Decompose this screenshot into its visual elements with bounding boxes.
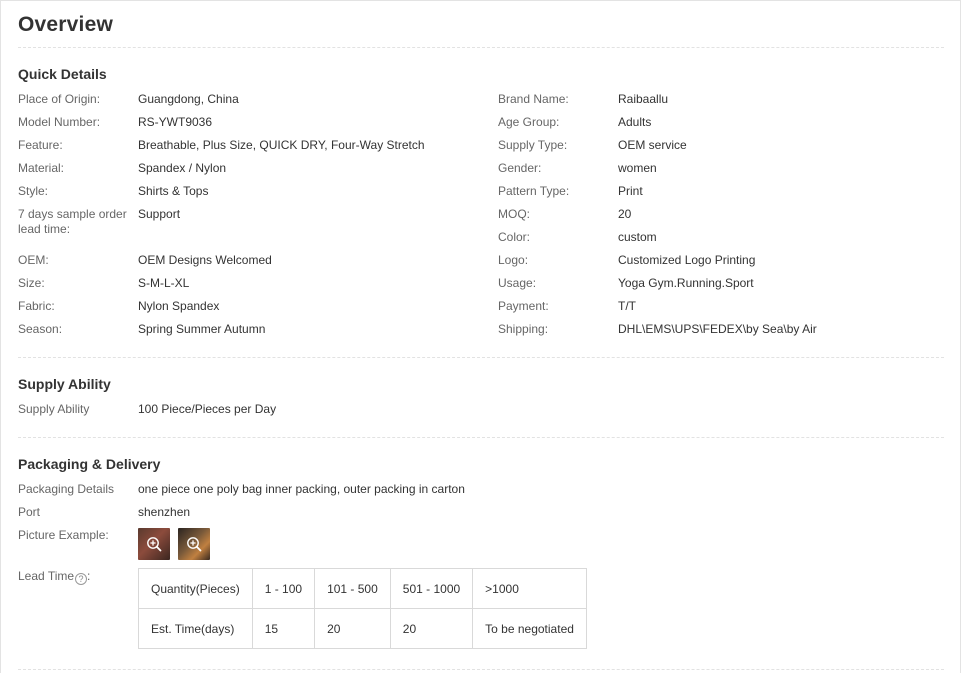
- detail-label: Port: [18, 505, 41, 519]
- detail-label: Supply Type:: [498, 138, 568, 152]
- detail-label: Supply Ability: [18, 402, 90, 416]
- detail-value: one piece one poly bag inner packing, ou…: [138, 482, 465, 496]
- detail-value: Support: [138, 207, 181, 221]
- table-cell: 501 - 1000: [389, 568, 474, 609]
- table-cell: 15: [251, 608, 316, 649]
- table-cell: Quantity(Pieces): [138, 568, 253, 609]
- detail-value: Print: [618, 184, 643, 198]
- detail-value: T/T: [618, 299, 636, 313]
- detail-value: Guangdong, China: [138, 92, 239, 106]
- detail-label: Season:: [18, 322, 63, 336]
- detail-value: 20: [618, 207, 632, 221]
- detail-value: Customized Logo Printing: [618, 253, 756, 267]
- detail-value: Spring Summer Autumn: [138, 322, 266, 336]
- detail-value: Spandex / Nylon: [138, 161, 227, 175]
- detail-label: Gender:: [498, 161, 542, 175]
- detail-label: MOQ:: [498, 207, 530, 221]
- detail-value: DHL\EMS\UPS\FEDEX\by Sea\by Air: [618, 322, 817, 336]
- picture-example-thumbnail-2[interactable]: [178, 528, 210, 560]
- label-colon: :: [87, 569, 91, 583]
- detail-label: Brand Name:: [498, 92, 569, 106]
- detail-label: Packaging Details: [18, 482, 115, 496]
- detail-value: OEM service: [618, 138, 687, 152]
- detail-label: 7 days sample order lead time:: [18, 207, 127, 236]
- picture-example-thumbnail-1[interactable]: [138, 528, 170, 560]
- supply-ability-heading: Supply Ability: [18, 376, 111, 392]
- detail-label: Shipping:: [498, 322, 549, 336]
- detail-value: custom: [618, 230, 657, 244]
- detail-value: OEM Designs Welcomed: [138, 253, 272, 267]
- detail-value: Nylon Spandex: [138, 299, 220, 313]
- table-row: Quantity(Pieces) 1 - 100 101 - 500 501 -…: [138, 568, 587, 609]
- detail-value: Shirts & Tops: [138, 184, 209, 198]
- detail-label: Pattern Type:: [498, 184, 570, 198]
- detail-label: Material:: [18, 161, 65, 175]
- detail-label: Picture Example:: [18, 528, 109, 542]
- table-cell: 20: [314, 608, 391, 649]
- help-icon[interactable]: ?: [75, 573, 88, 585]
- quick-details-heading: Quick Details: [18, 66, 107, 82]
- table-cell: 20: [389, 608, 474, 649]
- table-cell: 1 - 100: [251, 568, 316, 609]
- section-divider: [18, 47, 944, 48]
- page-title: Overview: [18, 13, 113, 36]
- table-row: Est. Time(days) 15 20 20 To be negotiate…: [138, 608, 587, 649]
- detail-value: S-M-L-XL: [138, 276, 190, 290]
- detail-label: Usage:: [498, 276, 537, 290]
- zoom-in-icon: [187, 537, 202, 552]
- detail-value: Adults: [618, 115, 652, 129]
- detail-label: Model Number:: [18, 115, 101, 129]
- detail-label: Color:: [498, 230, 531, 244]
- detail-label: Age Group:: [498, 115, 560, 129]
- table-cell: 101 - 500: [314, 568, 391, 609]
- lead-time-table: Quantity(Pieces) 1 - 100 101 - 500 501 -…: [138, 568, 587, 649]
- detail-label: Place of Origin:: [18, 92, 101, 106]
- detail-label: Fabric:: [18, 299, 55, 313]
- detail-label: Payment:: [498, 299, 549, 313]
- detail-label: Logo:: [498, 253, 529, 267]
- section-divider: [18, 669, 944, 670]
- section-divider: [18, 357, 944, 358]
- lead-time-label-group: Lead Time?:: [18, 569, 136, 585]
- detail-value: Yoga Gym.Running.Sport: [618, 276, 754, 290]
- detail-label: Style:: [18, 184, 49, 198]
- packaging-delivery-heading: Packaging & Delivery: [18, 456, 161, 472]
- table-cell: >1000: [472, 568, 587, 609]
- table-cell: Est. Time(days): [138, 608, 253, 649]
- detail-value: RS-YWT9036: [138, 115, 213, 129]
- detail-value: shenzhen: [138, 505, 191, 519]
- detail-value: women: [618, 161, 657, 175]
- detail-value: 100 Piece/Pieces per Day: [138, 402, 277, 416]
- detail-label: Size:: [18, 276, 45, 290]
- detail-label: OEM:: [18, 253, 49, 267]
- detail-label: Lead Time: [18, 569, 75, 583]
- table-cell: To be negotiated: [472, 608, 587, 649]
- section-divider: [18, 437, 944, 438]
- detail-label: Feature:: [18, 138, 63, 152]
- overview-panel: Overview Quick Details Place of Origin: …: [0, 0, 961, 673]
- zoom-in-icon: [147, 537, 162, 552]
- detail-value: Raibaallu: [618, 92, 669, 106]
- detail-value: Breathable, Plus Size, QUICK DRY, Four-W…: [138, 138, 425, 152]
